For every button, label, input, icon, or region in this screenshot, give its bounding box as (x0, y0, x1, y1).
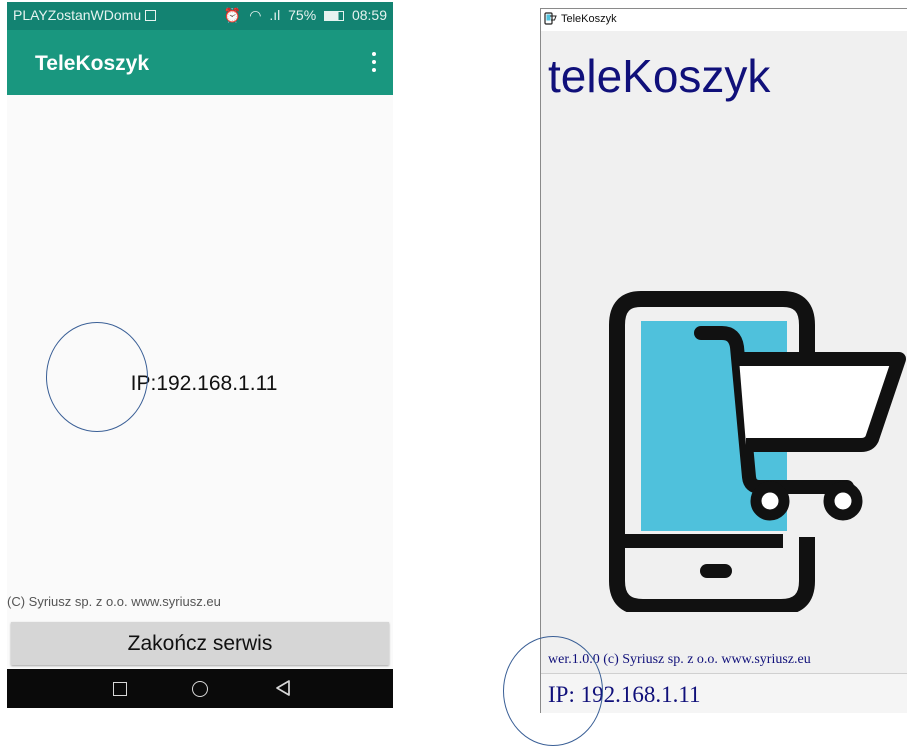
annotation-circle-left (46, 322, 148, 432)
battery-icon (324, 11, 345, 21)
app-icon (544, 12, 557, 25)
signal-icon: .ıl (269, 7, 281, 23)
android-app-bar: TeleKoszyk (7, 30, 393, 95)
app-title: TeleKoszyk (35, 52, 149, 75)
alarm-icon: ⏰ (223, 7, 242, 23)
copyright-text: (C) Syriusz sp. z o.o. www.syriusz.eu (7, 594, 221, 609)
phone-with-shopping-cart-icon (609, 291, 906, 612)
android-nav-bar (7, 669, 393, 708)
wifi-icon: ◠ (249, 7, 262, 23)
battery-percent: 75% (288, 7, 317, 23)
carrier-label: PLAYZostanWDomu (13, 7, 142, 23)
recent-apps-icon[interactable] (113, 682, 127, 696)
window-title: TeleKoszyk (561, 13, 617, 25)
ip-value: 192.168.1.11 (156, 372, 278, 395)
windows-app-window: TeleKoszyk teleKoszyk wer.1.0.0 (c) Syri… (540, 8, 907, 713)
annotation-circle-right (503, 636, 603, 746)
clock: 08:59 (351, 7, 387, 23)
back-icon[interactable] (275, 679, 291, 697)
overflow-menu-icon[interactable] (371, 50, 377, 74)
end-service-button[interactable]: Zakończ serwis (11, 622, 389, 665)
sim-icon (145, 10, 157, 21)
home-icon[interactable] (192, 681, 208, 697)
window-title-bar[interactable]: TeleKoszyk (541, 9, 907, 31)
app-heading: teleKoszyk (548, 50, 771, 102)
android-status-bar: PLAYZostanWDomu ⏰ ◠ .ıl 75% 08:59 (7, 2, 393, 30)
